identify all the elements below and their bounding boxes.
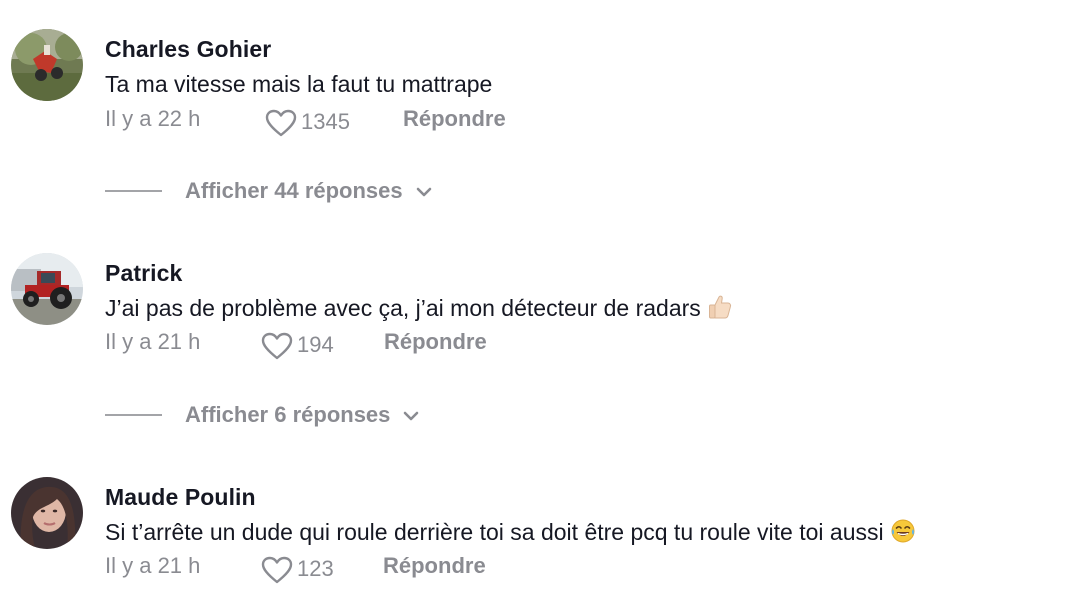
like-button[interactable]: 194 (261, 329, 334, 360)
heart-outline-icon (261, 332, 293, 360)
comment-author[interactable]: Patrick (105, 260, 182, 287)
comment-time: Il y a 21 h (105, 553, 201, 578)
comment-time: Il y a 21 h (105, 329, 201, 354)
like-count: 123 (297, 555, 334, 581)
like-count: 194 (297, 331, 334, 357)
heart-outline-icon (261, 556, 293, 584)
view-replies-label: Afficher 6 réponses (185, 402, 391, 427)
comment-author[interactable]: Charles Gohier (105, 36, 271, 63)
view-replies-button[interactable]: Afficher 44 réponses (105, 176, 433, 206)
divider-line (105, 414, 162, 416)
comment-time: Il y a 22 h (105, 106, 201, 131)
chevron-down-icon (404, 411, 419, 421)
comment-author[interactable]: Maude Poulin (105, 484, 256, 511)
avatar[interactable] (11, 477, 83, 549)
comment-text: Ta ma vitesse mais la faut tu mattrape (105, 71, 493, 97)
comment-text: Si t’arrête un dude qui roule derrière t… (105, 518, 916, 550)
chevron-down-icon (416, 187, 431, 197)
face-with-tears-of-joy-emoji-icon (890, 518, 916, 550)
like-count: 1345 (301, 108, 350, 134)
like-button[interactable]: 123 (261, 553, 334, 584)
avatar[interactable] (11, 29, 83, 101)
reply-button[interactable]: Répondre (383, 553, 486, 579)
view-replies-label: Afficher 44 réponses (185, 178, 403, 203)
reply-button[interactable]: Répondre (403, 106, 506, 132)
avatar[interactable] (11, 253, 83, 325)
comment-text-content: Si t’arrête un dude qui roule derrière t… (105, 519, 884, 545)
reply-button[interactable]: Répondre (384, 329, 487, 355)
like-button[interactable]: 1345 (265, 106, 350, 137)
comment-text-content: J’ai pas de problème avec ça, j’ai mon d… (105, 295, 701, 321)
view-replies-button[interactable]: Afficher 6 réponses (105, 400, 420, 430)
heart-outline-icon (265, 109, 297, 137)
comment-text: J’ai pas de problème avec ça, j’ai mon d… (105, 294, 733, 326)
thumbs-up-emoji-icon (707, 294, 733, 326)
divider-line (105, 190, 162, 192)
